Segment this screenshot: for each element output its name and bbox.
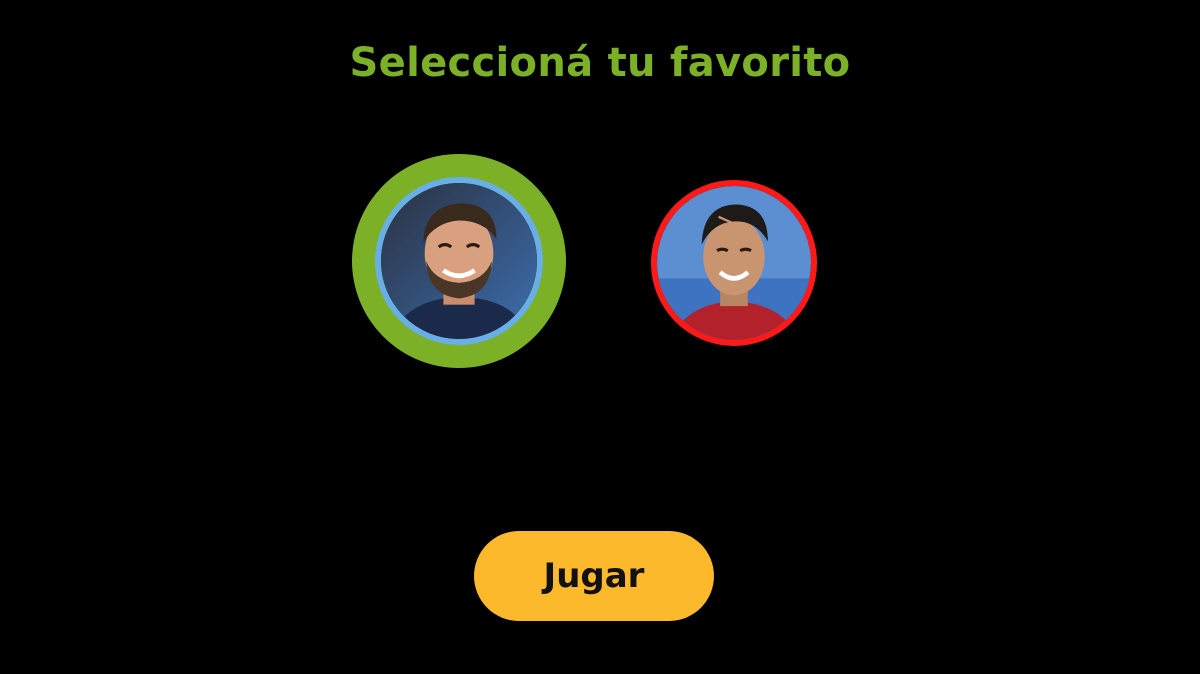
ronaldo-photo	[657, 186, 811, 340]
page-title: Seleccioná tu favorito	[349, 40, 851, 86]
play-button[interactable]: Jugar	[474, 531, 714, 621]
messi-photo	[381, 183, 537, 339]
player-avatar-messi	[375, 177, 543, 345]
player-option-messi[interactable]	[352, 154, 566, 368]
player-option-ronaldo[interactable]	[651, 180, 817, 346]
